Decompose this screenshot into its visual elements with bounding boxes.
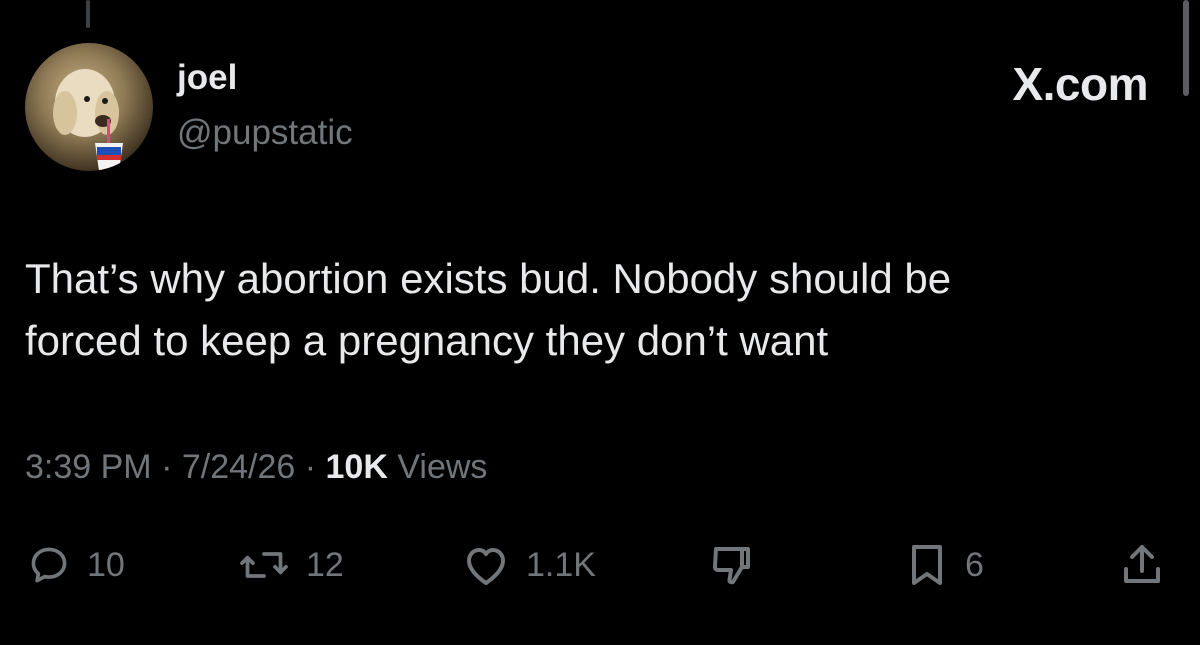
repost-count: 12 xyxy=(306,545,344,584)
repost-icon xyxy=(240,552,288,578)
tweet-meta: 3:39 PM · 7/24/26 · 10K Views xyxy=(25,448,487,487)
like-icon xyxy=(467,548,505,585)
dislike-icon xyxy=(712,547,750,585)
like-count: 1.1K xyxy=(526,545,596,584)
like-button[interactable]: 1.1K xyxy=(462,530,596,600)
share-icon xyxy=(1124,545,1160,583)
bookmark-button[interactable]: 6 xyxy=(905,530,984,600)
reply-count: 10 xyxy=(87,545,125,584)
avatar-dog-image xyxy=(53,69,123,171)
views-label[interactable]: Views xyxy=(388,448,487,486)
reply-icon xyxy=(31,547,67,583)
dislike-button[interactable] xyxy=(708,530,756,600)
tweet-text: That’s why abortion exists bud. Nobody s… xyxy=(25,248,1155,372)
thread-connector-line xyxy=(86,0,90,28)
meta-separator: · xyxy=(151,448,182,486)
repost-button[interactable]: 12 xyxy=(238,530,344,600)
reply-button[interactable]: 10 xyxy=(27,530,125,600)
tweet-text-line: That’s why abortion exists bud. Nobody s… xyxy=(25,255,952,302)
avatar[interactable] xyxy=(25,43,153,171)
user-display-name[interactable]: joel xyxy=(177,58,237,98)
bookmark-count: 6 xyxy=(965,545,984,584)
action-bar: 10 12 1.1K 6 xyxy=(0,530,1200,600)
tweet-date[interactable]: 7/24/26 xyxy=(182,448,295,486)
views-count[interactable]: 10K xyxy=(326,448,388,486)
tweet-time[interactable]: 3:39 PM xyxy=(25,448,152,486)
user-handle[interactable]: @pupstatic xyxy=(177,113,353,153)
tweet-text-line: forced to keep a pregnancy they don’t wa… xyxy=(25,317,829,364)
meta-separator: · xyxy=(295,448,326,486)
brand-watermark: X.com xyxy=(1012,58,1148,110)
scrollbar[interactable] xyxy=(1183,0,1189,96)
bookmark-icon xyxy=(912,545,942,585)
share-button[interactable] xyxy=(1118,530,1166,600)
